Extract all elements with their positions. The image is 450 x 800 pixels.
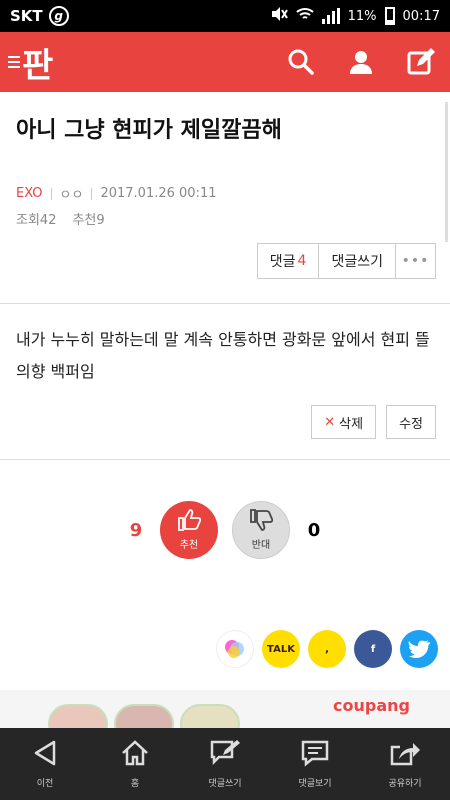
ad-product-image	[114, 704, 174, 730]
ad-brand-logo: coupang	[333, 696, 410, 715]
nav-write-comment[interactable]: 댓글쓰기	[180, 728, 270, 800]
views-stat: 조회42	[16, 209, 56, 228]
views-count: 42	[39, 213, 57, 228]
share-bar: TALK , f	[0, 630, 450, 668]
article-stats: 조회42 추천9	[16, 209, 434, 228]
comments-count: 4	[297, 253, 307, 269]
carrier-badge-icon: g	[48, 6, 69, 26]
thumbs-up-icon	[177, 509, 202, 534]
wifi-icon	[295, 6, 314, 26]
comments-label: 댓글	[269, 254, 296, 270]
battery-icon	[384, 7, 395, 25]
recommend-label: 추천	[179, 540, 199, 551]
write-comment-button[interactable]: 댓글쓰기	[319, 243, 396, 279]
divider	[91, 187, 93, 200]
nav-view-comments-label: 댓글보기	[298, 779, 332, 789]
nav-home[interactable]: 홈	[90, 728, 180, 800]
bottom-nav: 이전 홈 댓글쓰기 댓글보기 공유하기	[0, 728, 450, 800]
twitter-icon[interactable]	[400, 630, 438, 668]
article-meta: EXO ㅇㅇ 2017.01.26 00:11	[16, 184, 434, 203]
view-comments-icon	[300, 739, 330, 770]
write-icon[interactable]	[404, 45, 438, 79]
nav-home-label: 홈	[130, 779, 140, 789]
clock: 00:17	[402, 8, 440, 24]
ad-product-image	[48, 704, 108, 730]
ad-banner[interactable]: coupang	[0, 690, 450, 730]
oppose-label: 반대	[251, 540, 271, 551]
header-icons	[284, 45, 442, 79]
ad-product-image	[180, 704, 240, 730]
home-icon	[120, 739, 150, 770]
facebook-icon[interactable]: f	[354, 630, 392, 668]
logo-text[interactable]: 판	[22, 38, 53, 87]
status-left: SKT g	[10, 6, 69, 26]
carrier-label: SKT	[10, 7, 43, 25]
status-bar: SKT g 11% 00:17	[0, 0, 450, 32]
article-header: 아니 그냥 현피가 제일깔끔해 EXO ㅇㅇ 2017.01.26 00:11 …	[0, 92, 450, 304]
recommend-label: 추천	[72, 213, 97, 228]
recommend-stat: 추천9	[72, 209, 104, 228]
author-tag[interactable]: EXO	[16, 186, 43, 201]
battery-percent: 11%	[347, 8, 377, 24]
recommend-count: 9	[96, 213, 105, 228]
menu-icon[interactable]	[8, 56, 20, 68]
quote-label: ,	[325, 643, 329, 655]
app-header: 판	[0, 32, 450, 92]
downvote-count: 0	[307, 519, 321, 541]
yellow-quote-icon[interactable]: ,	[308, 630, 346, 668]
post-date: 2017.01.26 00:11	[100, 186, 217, 201]
edit-button[interactable]: 수정	[386, 405, 436, 439]
kakaostory-icon[interactable]	[216, 630, 254, 668]
article-body: 내가 누누히 말하는데 말 계속 안통하면 광화문 앞에서 현피 뜰 의향 백퍼…	[0, 304, 450, 460]
mute-icon	[270, 6, 288, 26]
delete-button[interactable]: ✕ 삭제	[311, 405, 377, 439]
search-icon[interactable]	[284, 45, 318, 79]
signal-icon	[321, 8, 340, 24]
close-icon: ✕	[324, 414, 336, 430]
user-icon[interactable]	[344, 45, 378, 79]
divider	[50, 187, 52, 200]
edit-actions: ✕ 삭제 수정	[311, 405, 436, 439]
kakaotalk-icon[interactable]: TALK	[262, 630, 300, 668]
oppose-button[interactable]: 반대	[232, 501, 290, 559]
author-name: ㅇㅇ	[59, 188, 84, 203]
body-text: 내가 누누히 말하는데 말 계속 안통하면 광화문 앞에서 현피 뜰 의향 백퍼…	[16, 330, 430, 381]
logo[interactable]: 판	[8, 38, 53, 87]
comments-button[interactable]: 댓글 4	[256, 243, 320, 279]
upvote-count: 9	[129, 519, 143, 541]
comment-actions: 댓글 4 댓글쓰기 •••	[256, 243, 436, 279]
nav-view-comments[interactable]: 댓글보기	[270, 728, 360, 800]
nav-back[interactable]: 이전	[0, 728, 90, 800]
more-button[interactable]: •••	[396, 243, 436, 279]
nav-share[interactable]: 공유하기	[360, 728, 450, 800]
back-icon	[32, 739, 58, 770]
page-title: 아니 그냥 현피가 제일깔끔해	[16, 118, 282, 143]
share-icon	[389, 739, 421, 770]
write-comment-icon	[209, 739, 241, 770]
nav-share-label: 공유하기	[388, 779, 422, 789]
recommend-button[interactable]: 추천	[160, 501, 218, 559]
nav-write-comment-label: 댓글쓰기	[208, 779, 242, 789]
delete-label: 삭제	[339, 416, 364, 432]
kakaotalk-label: TALK	[267, 643, 295, 655]
status-right: 11% 00:17	[270, 6, 440, 26]
vote-section: 9 추천 반대 0	[0, 460, 450, 600]
facebook-label: f	[370, 643, 376, 655]
views-label: 조회	[16, 213, 40, 228]
scrollbar[interactable]	[445, 102, 448, 242]
thumbs-down-icon	[249, 509, 274, 534]
nav-back-label: 이전	[36, 779, 54, 789]
